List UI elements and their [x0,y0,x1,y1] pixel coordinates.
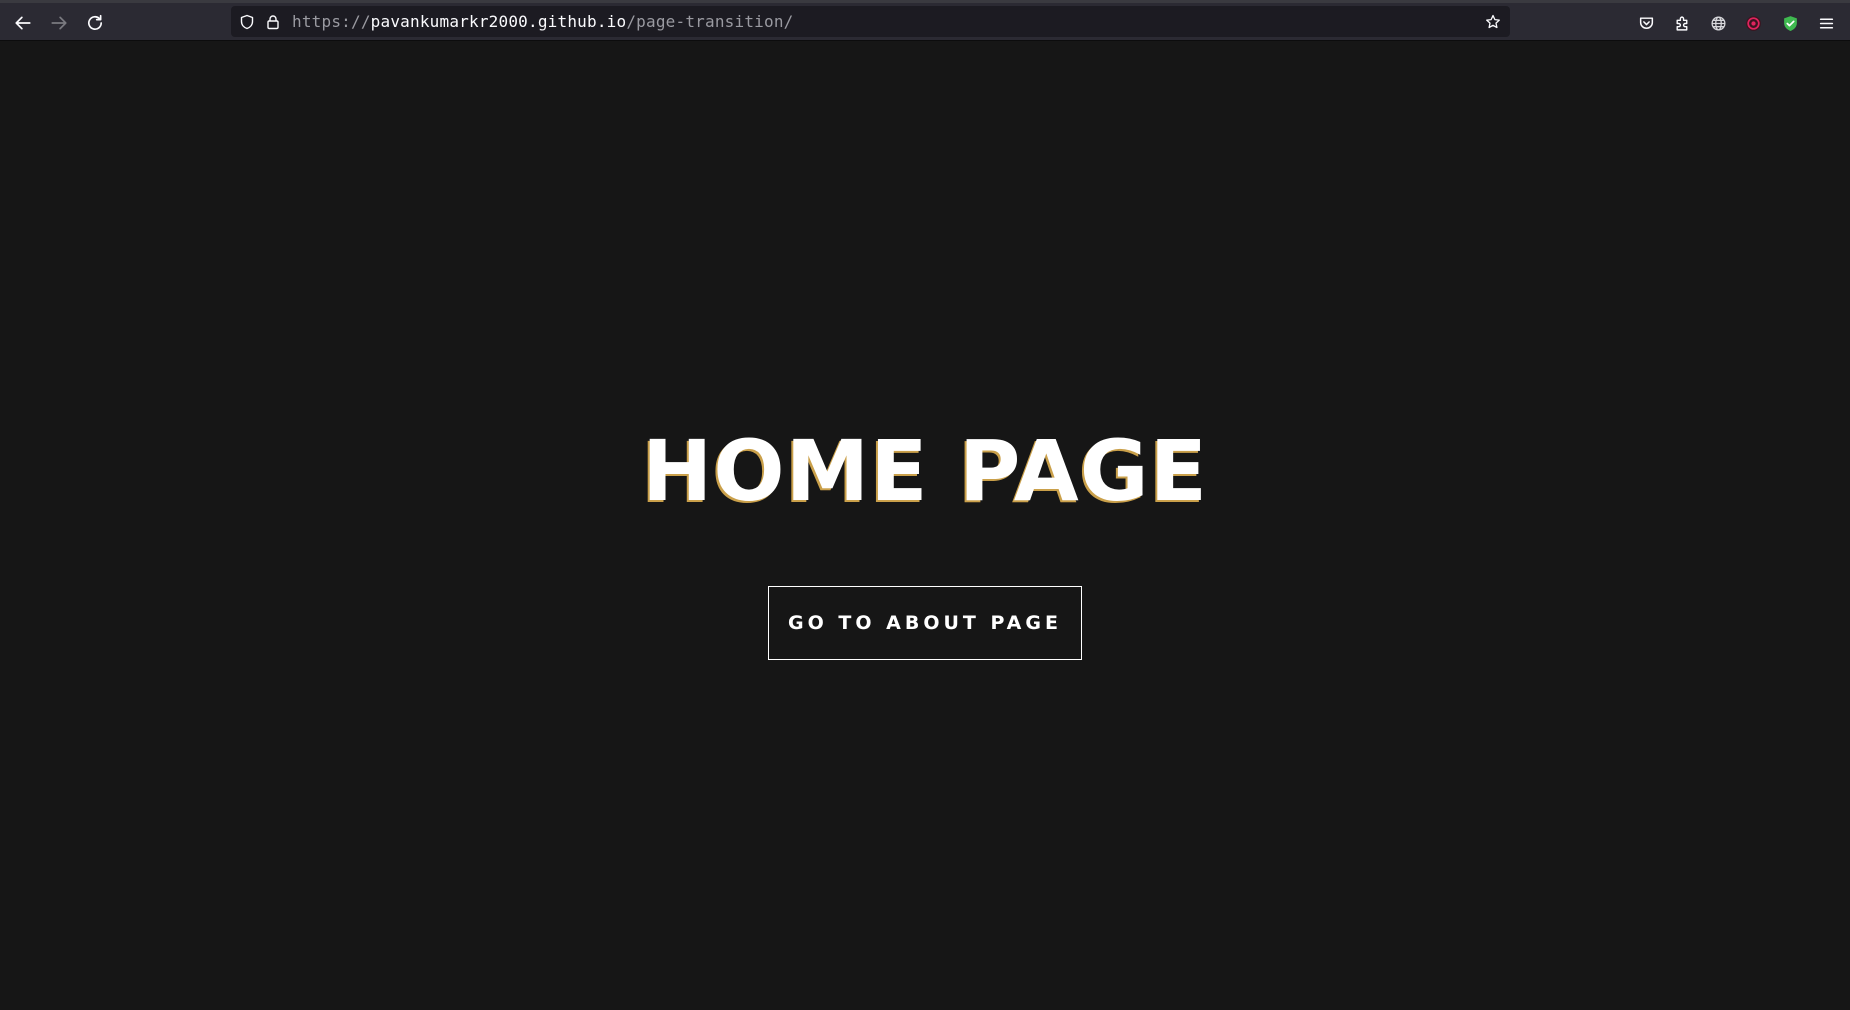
page-title: HOME PAGE [641,422,1209,520]
url-host: pavankumarkr2000.github.io [370,12,627,31]
star-icon[interactable] [1484,13,1502,31]
reload-icon[interactable] [82,10,108,36]
puzzle-icon[interactable] [1671,12,1693,34]
red-extension-icon[interactable] [1742,12,1764,34]
hamburger-menu-icon[interactable] [1815,12,1837,34]
page-content: HOME PAGE GO TO ABOUT PAGE [0,41,1850,1010]
go-to-about-page-button[interactable]: GO TO ABOUT PAGE [768,586,1082,660]
back-arrow-icon[interactable] [10,10,36,36]
url-path: /page-transition/ [626,12,794,31]
shield-icon[interactable] [238,13,256,31]
url-text[interactable]: https://pavankumarkr2000.github.io/page-… [292,12,794,32]
url-scheme: https:// [292,12,371,31]
address-bar[interactable]: https://pavankumarkr2000.github.io/page-… [231,6,1510,37]
globe-icon[interactable] [1707,12,1729,34]
browser-toolbar: https://pavankumarkr2000.github.io/page-… [0,0,1850,41]
forward-arrow-icon[interactable] [46,10,72,36]
lock-icon[interactable] [264,13,282,31]
green-shield-extension-icon[interactable] [1779,12,1801,34]
pocket-icon[interactable] [1635,12,1657,34]
